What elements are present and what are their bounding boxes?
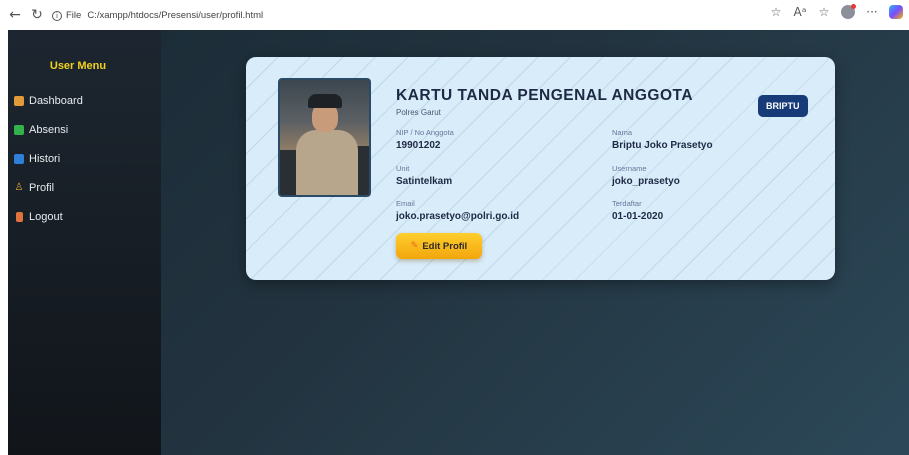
back-icon[interactable]: ← xyxy=(6,6,24,24)
card-subtitle: Polres Garut xyxy=(396,108,441,117)
sidebar-item-label: Logout xyxy=(29,210,63,223)
favorites-icon[interactable]: ☆ xyxy=(817,5,831,19)
terdaftar-label: Terdaftar xyxy=(612,199,642,208)
rank-badge: BRIPTU xyxy=(758,95,808,117)
check-box-icon xyxy=(14,124,24,135)
sidebar-menu: Dashboard Absensi Histori ♙ Profil Logou… xyxy=(14,86,83,231)
url-scheme-label: File xyxy=(66,10,82,21)
unit-value: Satintelkam xyxy=(396,176,453,187)
sidebar-item-logout[interactable]: Logout xyxy=(14,202,83,231)
edit-profile-button[interactable]: ✎ Edit Profil xyxy=(396,233,482,259)
photo-body xyxy=(296,130,358,195)
username-label: Username xyxy=(612,164,647,173)
sidebar-item-label: Histori xyxy=(29,152,61,165)
profile-icon[interactable] xyxy=(841,4,856,19)
menu-title: User Menu xyxy=(49,60,107,72)
nip-value: 19901202 xyxy=(396,140,441,151)
page-background: User Menu Dashboard Absensi Histori ♙ Pr… xyxy=(8,30,909,455)
sidebar: User Menu Dashboard Absensi Histori ♙ Pr… xyxy=(8,30,161,455)
sidebar-item-label: Profil xyxy=(29,181,55,194)
browser-toolbar: ← ↻ i File C:/xampp/htdocs/Presensi/user… xyxy=(0,0,909,30)
more-icon[interactable]: ··· xyxy=(865,5,879,19)
user-icon: ♙ xyxy=(14,181,24,193)
email-value: joko.prasetyo@polri.go.id xyxy=(396,211,520,222)
nip-label: NIP / No Anggota xyxy=(396,128,454,137)
reload-icon[interactable]: ↻ xyxy=(28,6,46,24)
address-bar[interactable]: i File C:/xampp/htdocs/Presensi/user/pro… xyxy=(52,6,797,25)
house-icon xyxy=(14,95,24,106)
terdaftar-value: 01-01-2020 xyxy=(612,211,664,222)
sidebar-item-histori[interactable]: Histori xyxy=(14,144,83,173)
photo-cap xyxy=(308,94,342,108)
member-id-card: KARTU TANDA PENGENAL ANGGOTA Polres Garu… xyxy=(246,57,835,280)
nama-label: Nama xyxy=(612,128,633,137)
read-aloud-icon[interactable]: Aᵃ xyxy=(793,5,807,19)
email-label: Email xyxy=(396,199,415,208)
sidebar-item-dashboard[interactable]: Dashboard xyxy=(14,86,83,115)
url-text[interactable]: C:/xampp/htdocs/Presensi/user/profil.htm… xyxy=(87,10,263,21)
nama-value: Briptu Joko Prasetyo xyxy=(612,140,713,151)
sidebar-item-label: Absensi xyxy=(29,123,69,136)
favorite-star-icon[interactable]: ☆ xyxy=(769,5,783,19)
info-icon[interactable]: i xyxy=(52,10,62,21)
card-title: KARTU TANDA PENGENAL ANGGOTA xyxy=(396,87,694,104)
username-value: joko_prasetyo xyxy=(612,176,680,187)
sidebar-item-profil[interactable]: ♙ Profil xyxy=(14,173,83,202)
sidebar-item-label: Dashboard xyxy=(29,94,83,107)
copilot-icon[interactable] xyxy=(889,5,903,19)
card-icon xyxy=(14,153,24,164)
unit-label: Unit xyxy=(396,164,410,173)
pencil-icon: ✎ xyxy=(410,241,419,251)
profile-photo xyxy=(278,78,371,197)
door-icon xyxy=(16,211,23,222)
browser-actions: ☆ Aᵃ ☆ ··· xyxy=(769,4,903,19)
sidebar-item-absensi[interactable]: Absensi xyxy=(14,115,83,144)
edit-profile-label: Edit Profil xyxy=(422,240,468,252)
